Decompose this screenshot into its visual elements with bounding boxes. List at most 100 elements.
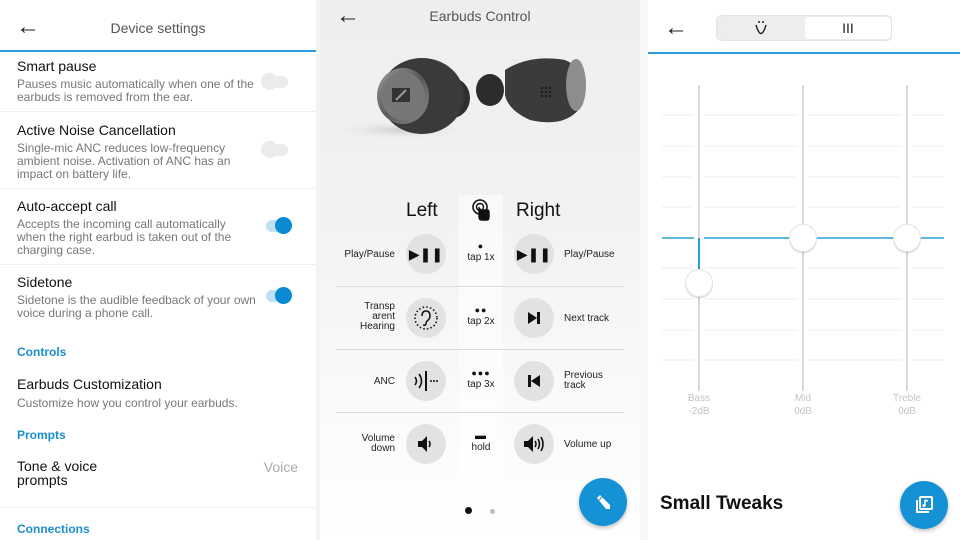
gesture-dots: ●●● xyxy=(471,368,491,378)
left-anc-button[interactable] xyxy=(406,361,446,401)
gesture-label: hold xyxy=(471,442,491,453)
setting-smart-pause: Smart pause Pauses music automatically w… xyxy=(0,54,316,112)
left-play-pause-button[interactable]: ▶❚❚ xyxy=(406,234,446,274)
play-pause-icon: ▶❚❚ xyxy=(408,245,444,262)
band-value: 0dB xyxy=(794,406,812,417)
row-divider xyxy=(336,412,624,413)
eq-slider-thumb-treble[interactable] xyxy=(893,224,921,252)
back-arrow-icon[interactable]: ← xyxy=(664,16,688,40)
gesture-tap-2x: ●● tap 2x xyxy=(459,304,503,328)
sidetone-toggle[interactable] xyxy=(260,286,296,306)
right-volume-up-button[interactable] xyxy=(514,424,554,464)
gesture-tap-3x: ●●● tap 3x xyxy=(459,367,503,391)
left-action-label: Play/Pause xyxy=(344,249,395,260)
device-settings-panel: ← Device settings Smart pause Pauses mus… xyxy=(0,0,316,540)
control-row-hold: Volume down ▬ hold Volume up xyxy=(320,414,640,474)
anc-toggle[interactable] xyxy=(260,140,296,160)
setting-title: Auto-accept call xyxy=(17,198,117,214)
play-pause-icon: ▶❚❚ xyxy=(516,245,552,262)
equalizer-chart xyxy=(662,85,944,391)
earbuds-customization-description: Customize how you control your earbuds. xyxy=(17,396,238,410)
page-title: Earbuds Control xyxy=(429,8,531,24)
gesture-label: tap 1x xyxy=(467,252,495,263)
auto-accept-call-toggle[interactable] xyxy=(260,216,296,236)
band-label-bass: Bass -2dB xyxy=(669,392,729,418)
setting-description: Single-mic ANC reduces low-frequency amb… xyxy=(17,141,231,181)
section-prompts: Prompts xyxy=(17,428,66,442)
band-name: Bass xyxy=(687,393,711,404)
tone-voice-prompts-item[interactable]: Tone & voice prompts Voice xyxy=(0,452,316,508)
gesture-label: tap 3x xyxy=(467,379,495,390)
right-action-label: Volume up xyxy=(564,439,612,450)
sound-profile-tab[interactable] xyxy=(718,17,804,39)
earbuds-control-panel: ← Earbuds Control Left Right Play/Pause … xyxy=(320,0,640,540)
next-track-icon xyxy=(528,312,540,324)
tone-voice-prompts-value: Voice xyxy=(263,459,298,475)
gesture-label: tap 2x xyxy=(467,316,495,327)
volume-up-icon xyxy=(524,436,544,452)
control-row-tap2: Transp arent Hearing ●● tap 2x Next trac… xyxy=(320,288,640,348)
pager-dot[interactable] xyxy=(490,509,495,514)
section-connections: Connections xyxy=(17,522,90,536)
smart-pause-toggle[interactable] xyxy=(260,72,296,92)
control-row-tap1: Play/Pause ▶❚❚ ● tap 1x ▶❚❚ Play/Pause xyxy=(320,224,640,284)
eq-slider-thumb-mid[interactable] xyxy=(789,224,817,252)
pager-dot-active[interactable] xyxy=(465,507,472,514)
right-next-track-button[interactable] xyxy=(514,298,554,338)
setting-description: Pauses music automatically when one of t… xyxy=(17,77,254,104)
page-title: Device settings xyxy=(110,20,206,36)
setting-title: Sidetone xyxy=(17,274,73,290)
left-action-label: ANC xyxy=(373,376,395,387)
band-name: Mid xyxy=(794,393,812,404)
band-label-mid: Mid 0dB xyxy=(773,392,833,418)
equalizer-bars-icon: III xyxy=(842,20,854,36)
touch-icon xyxy=(472,199,490,221)
row-divider xyxy=(336,349,624,350)
device-settings-header: ← Device settings xyxy=(0,0,316,52)
earbuds-image xyxy=(330,58,586,140)
setting-auto-accept-call: Auto-accept call Accepts the incoming ca… xyxy=(0,190,316,265)
setting-anc: Active Noise Cancellation Single-mic ANC… xyxy=(0,113,316,189)
gesture-dots: ●● xyxy=(474,305,488,315)
music-library-icon xyxy=(916,496,933,513)
edit-fab-button[interactable] xyxy=(579,478,627,526)
music-library-fab-button[interactable] xyxy=(900,481,948,529)
earbuds-customization-title[interactable]: Earbuds Customization xyxy=(17,376,162,392)
mode-segmented-control: III xyxy=(716,15,892,41)
right-play-pause-button[interactable]: ▶❚❚ xyxy=(514,234,554,274)
control-row-tap3: ANC ●●● tap 3x Previous track xyxy=(320,351,640,411)
eq-slider-thumb-bass[interactable] xyxy=(685,269,713,297)
panel-divider xyxy=(640,0,648,540)
band-value: 0dB xyxy=(898,406,916,417)
left-action-label: Transp arent Hearing xyxy=(359,301,395,332)
left-volume-down-button[interactable] xyxy=(406,424,446,464)
equalizer-tab[interactable]: III xyxy=(805,17,891,39)
gesture-tap-1x: ● tap 1x xyxy=(459,240,503,264)
right-heading: Right xyxy=(516,200,561,221)
setting-description: Accepts the incoming call automatically … xyxy=(17,217,232,257)
setting-title: Smart pause xyxy=(17,58,97,74)
right-action-label: Play/Pause xyxy=(564,249,615,260)
right-action-label: Previous track xyxy=(564,370,603,391)
right-previous-track-button[interactable] xyxy=(514,361,554,401)
right-action-label: Next track xyxy=(564,313,610,324)
anc-icon xyxy=(414,371,438,391)
tone-voice-prompts-title: Tone & voice prompts xyxy=(17,458,98,488)
gesture-hold: ▬ hold xyxy=(459,430,503,454)
band-name: Treble xyxy=(893,393,921,404)
sound-profile-icon xyxy=(755,21,767,35)
left-heading: Left xyxy=(406,200,438,221)
setting-description: Sidetone is the audible feedback of your… xyxy=(17,293,256,320)
band-value: -2dB xyxy=(688,406,710,417)
equalizer-header: ← III xyxy=(648,0,960,54)
setting-title: Active Noise Cancellation xyxy=(17,122,176,138)
equalizer-panel: ← III Bass -2dB Mid 0dB Treble 0dB Small… xyxy=(648,0,960,540)
previous-track-icon xyxy=(528,375,540,387)
left-transparent-hearing-button[interactable] xyxy=(406,298,446,338)
band-label-treble: Treble 0dB xyxy=(877,392,937,418)
setting-sidetone: Sidetone Sidetone is the audible feedbac… xyxy=(0,266,316,336)
gesture-dots: ▬ xyxy=(475,430,487,442)
section-controls: Controls xyxy=(17,345,67,359)
small-tweaks-heading: Small Tweaks xyxy=(660,493,784,514)
row-divider xyxy=(336,286,624,287)
